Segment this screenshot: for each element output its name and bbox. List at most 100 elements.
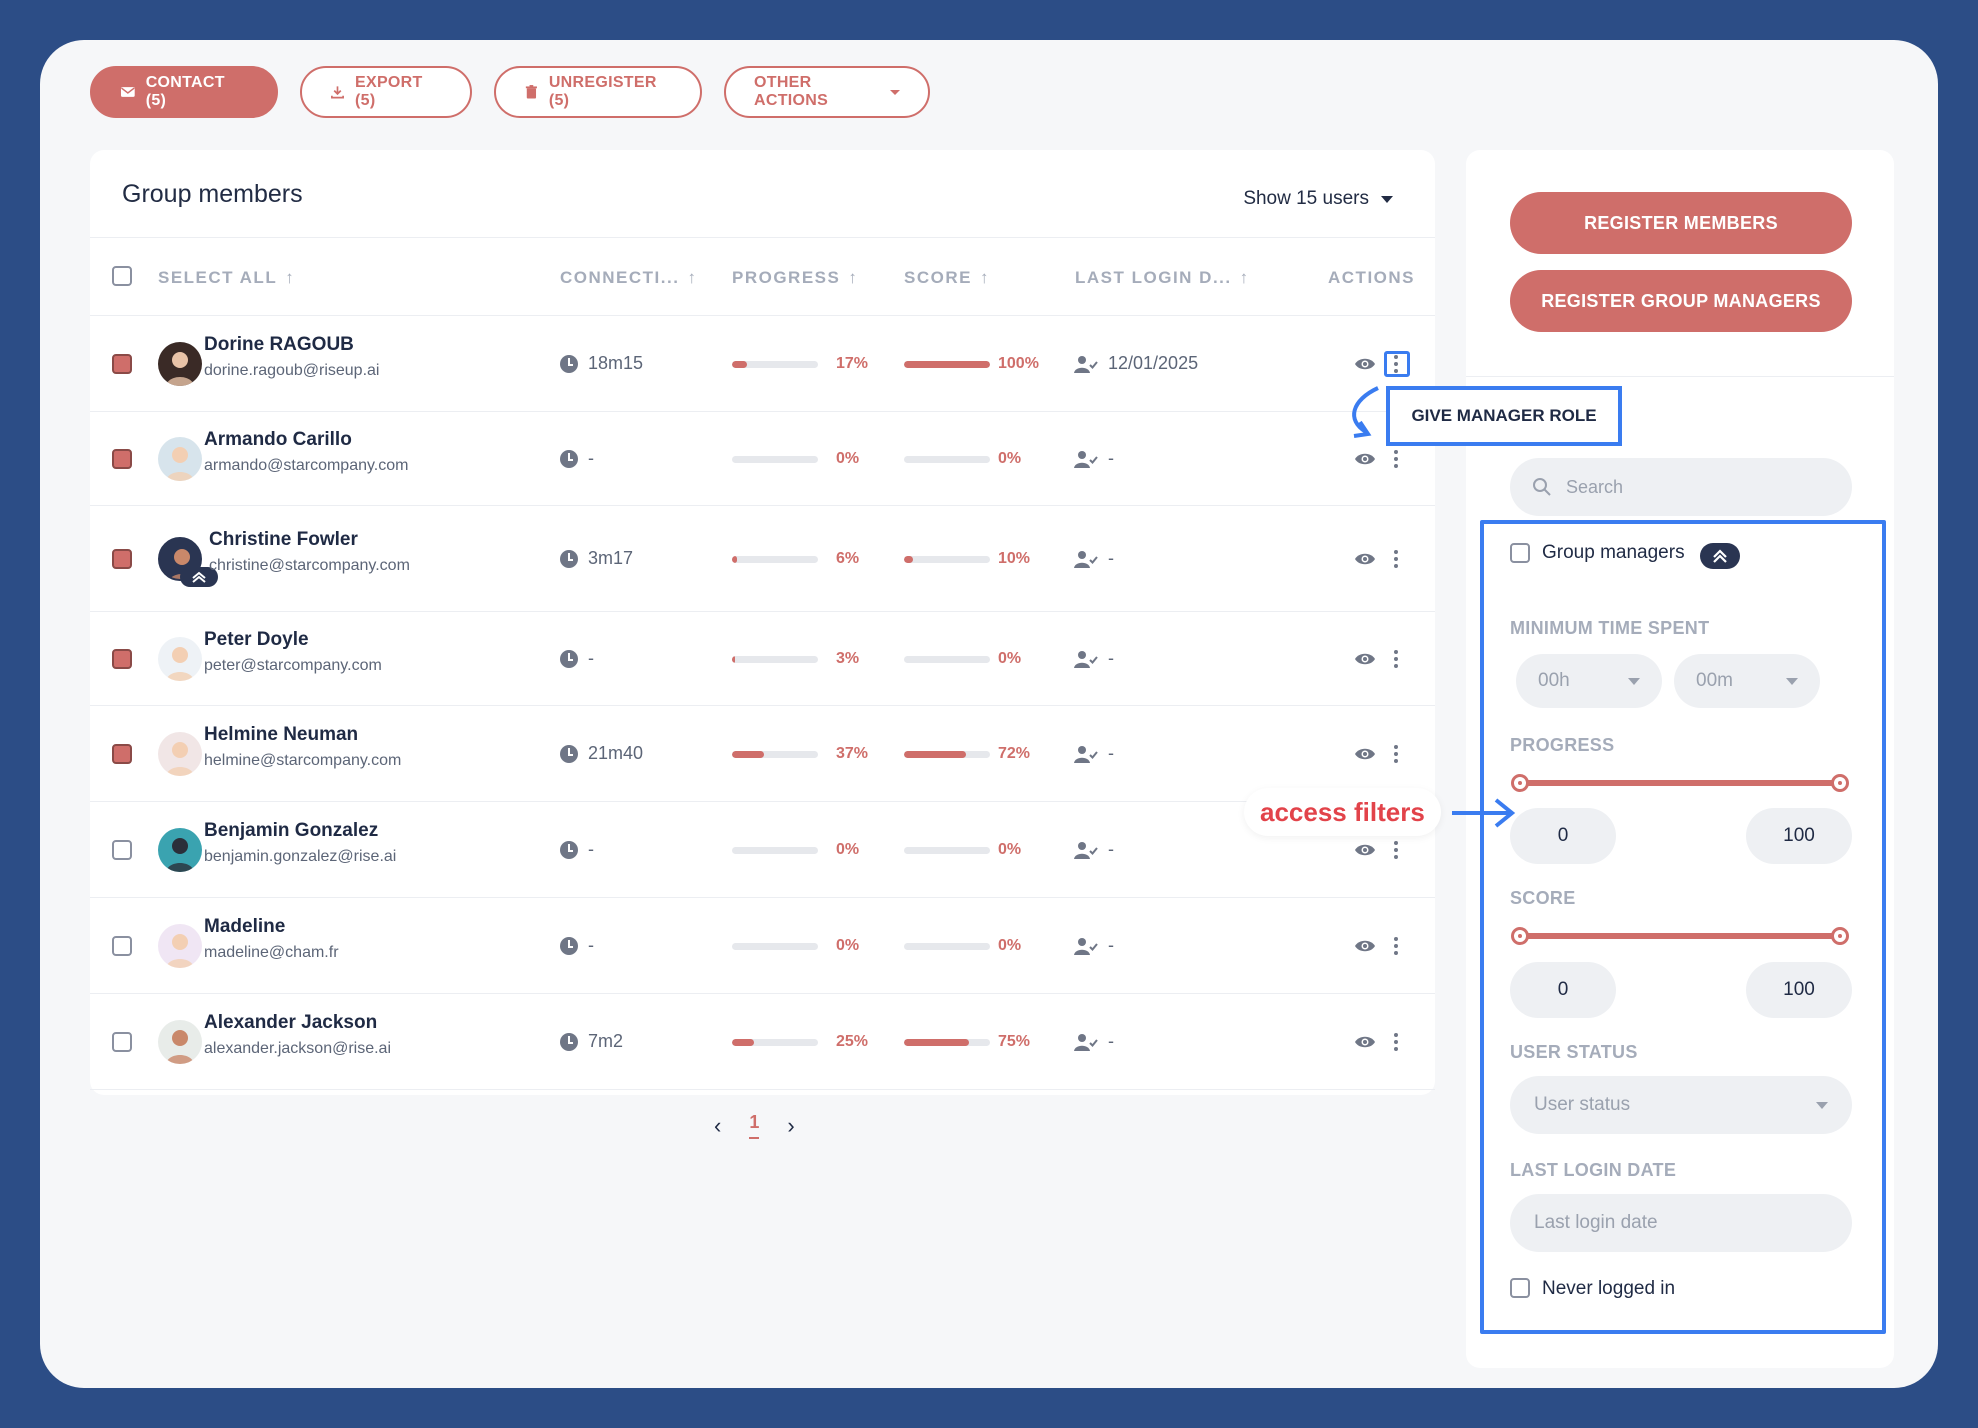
score-value: 100% [998,355,1039,372]
search-input[interactable]: Search [1510,458,1852,516]
eye-icon[interactable] [1354,938,1376,954]
export-button[interactable]: EXPORT (5) [300,66,472,118]
pagination: ‹ 1 › [714,1112,795,1139]
row-checkbox[interactable] [112,354,132,374]
last-login-value: - [1108,1031,1114,1051]
progress-label: PROGRESS [732,268,841,287]
select-all-header[interactable]: SELECT ALL ↑ [158,268,295,288]
more-vertical-icon[interactable] [1394,1033,1398,1051]
score-max-input[interactable]: 100 [1746,962,1852,1018]
member-name[interactable]: Christine Fowler [209,529,358,551]
clock-icon [560,450,578,468]
user-status-placeholder: User status [1534,1094,1631,1115]
connection-time: 3m17 [588,548,634,568]
minutes-select[interactable]: 00m [1674,654,1820,708]
member-email: armando@starcompany.com [204,457,409,474]
never-logged-checkbox[interactable] [1510,1278,1530,1298]
progress-min-input[interactable]: 0 [1510,808,1616,864]
eye-icon[interactable] [1354,551,1376,567]
contact-button[interactable]: CONTACT (5) [90,66,278,118]
show-users-dropdown[interactable]: Show 15 users [1243,188,1393,210]
eye-icon[interactable] [1354,451,1376,467]
score-header[interactable]: SCORE ↑ [904,268,990,288]
connection-time: 7m2 [588,1031,624,1051]
slider-min-handle[interactable] [1511,774,1529,792]
group-managers-label: Group managers [1542,542,1685,563]
progress-fill [732,751,764,758]
user-check-icon [1074,451,1098,468]
score-bar [904,656,990,663]
slider-max-handle[interactable] [1831,927,1849,945]
progress-fill [732,556,738,563]
more-vertical-icon[interactable] [1394,650,1398,668]
download-icon [331,86,344,99]
last-login-input[interactable]: Last login date [1510,1194,1852,1252]
member-name[interactable]: Dorine RAGOUB [204,334,354,356]
progress-value: 0% [836,937,860,954]
chevron-right-icon[interactable]: › [787,1113,794,1139]
page-number[interactable]: 1 [749,1112,760,1139]
chevron-left-icon[interactable]: ‹ [714,1113,721,1139]
more-vertical-icon[interactable] [1394,937,1398,955]
member-name[interactable]: Armando Carillo [204,429,352,451]
row-checkbox[interactable] [112,1032,132,1052]
member-name[interactable]: Madeline [204,916,285,938]
clock-icon [560,1033,578,1051]
avatar [158,1020,202,1064]
table-row: Alexander Jackson alexander.jackson@rise… [90,994,1435,1090]
manager-badge [1700,543,1740,569]
table-row: Armando Carillo armando@starcompany.com … [90,412,1435,506]
other-actions-button[interactable]: OTHER ACTIONS [724,66,930,118]
progress-slider[interactable] [1511,774,1849,792]
more-vertical-icon[interactable] [1394,450,1398,468]
group-managers-checkbox[interactable] [1510,543,1530,563]
select-all-label: SELECT ALL [158,268,278,287]
member-name[interactable]: Benjamin Gonzalez [204,820,378,842]
more-vertical-icon[interactable] [1394,550,1398,568]
row-checkbox[interactable] [112,549,132,569]
eye-icon[interactable] [1354,842,1376,858]
unregister-button[interactable]: UNREGISTER (5) [494,66,702,118]
more-vertical-icon[interactable] [1394,841,1398,859]
progress-max-input[interactable]: 100 [1746,808,1852,864]
eye-icon[interactable] [1354,746,1376,762]
row-checkbox[interactable] [112,744,132,764]
eye-icon[interactable] [1354,651,1376,667]
slider-min-handle[interactable] [1511,927,1529,945]
last-login-header[interactable]: LAST LOGIN D... ↑ [1075,268,1250,288]
envelope-icon [120,87,135,97]
score-bar [904,751,990,758]
avatar [158,342,202,386]
more-vertical-icon[interactable] [1394,745,1398,763]
user-status-select[interactable]: User status [1510,1076,1852,1134]
caret-down-icon [1628,677,1640,685]
select-all-checkbox[interactable] [112,266,132,286]
member-name[interactable]: Alexander Jackson [204,1012,377,1034]
search-icon [1533,478,1551,496]
row-checkbox[interactable] [112,840,132,860]
show-users-label: Show 15 users [1243,188,1369,209]
member-email: peter@starcompany.com [204,657,382,674]
give-manager-role-menu-item[interactable]: GIVE MANAGER ROLE [1386,386,1622,446]
member-name[interactable]: Helmine Neuman [204,724,358,746]
row-checkbox[interactable] [112,936,132,956]
member-name[interactable]: Peter Doyle [204,629,309,651]
connection-label: CONNECTI... [560,268,680,287]
slider-max-handle[interactable] [1831,774,1849,792]
register-managers-button[interactable]: REGISTER GROUP MANAGERS [1510,270,1852,332]
score-bar [904,847,990,854]
score-slider[interactable] [1511,927,1849,945]
row-checkbox[interactable] [112,649,132,669]
register-members-button[interactable]: REGISTER MEMBERS [1510,192,1852,254]
sort-arrow-icon: ↑ [1239,268,1250,287]
last-login-value: - [1108,935,1114,955]
avatar [158,924,202,968]
connection-header[interactable]: CONNECTI... ↑ [560,268,697,288]
panel-header: Group members Show 15 users [90,150,1435,238]
hours-select[interactable]: 00h [1516,654,1662,708]
progress-header[interactable]: PROGRESS ↑ [732,268,858,288]
row-checkbox[interactable] [112,449,132,469]
eye-icon[interactable] [1354,356,1376,372]
score-min-input[interactable]: 0 [1510,962,1616,1018]
eye-icon[interactable] [1354,1034,1376,1050]
